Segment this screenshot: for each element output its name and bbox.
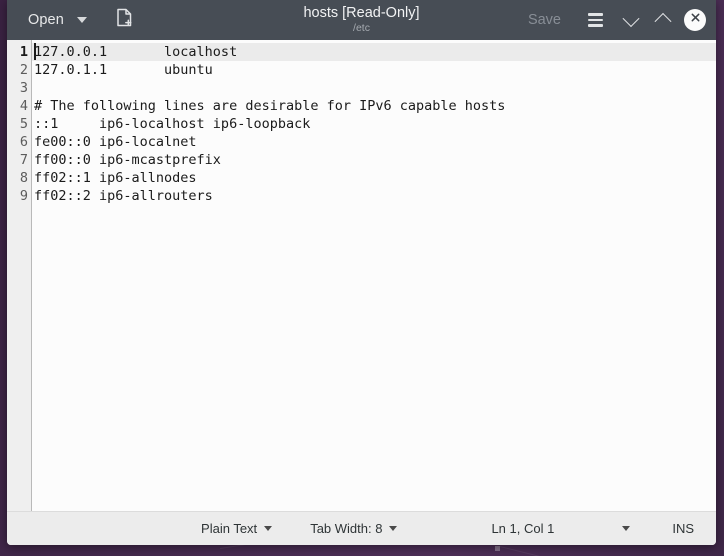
header-bar: Open hosts [Read-Only] /etc Save xyxy=(7,0,716,40)
code-line: ff02::1 ip6-allnodes xyxy=(34,170,197,186)
code-line: ::1 ip6-localhost ip6-loopback xyxy=(34,116,311,132)
maximize-button[interactable] xyxy=(650,7,676,33)
line-number-gutter: 1 2 3 4 5 6 7 8 9 xyxy=(7,40,32,511)
line-number: 5 xyxy=(19,116,28,132)
wallpaper-line-right xyxy=(499,546,724,556)
language-selector[interactable]: Plain Text xyxy=(191,518,282,539)
cursor-position-selector[interactable] xyxy=(612,523,640,534)
code-text-content[interactable]: 127.0.0.1 localhost 127.0.1.1 ubuntu # T… xyxy=(32,40,716,511)
chevron-down-icon xyxy=(76,17,87,23)
chevron-up-icon xyxy=(654,12,672,30)
header-left-controls: Open xyxy=(7,4,140,36)
cursor-position-label: Ln 1, Col 1 xyxy=(491,521,555,536)
close-icon xyxy=(689,11,702,29)
gedit-window: Open hosts [Read-Only] /etc Save 1 2 3 4… xyxy=(7,0,716,545)
chevron-down-icon xyxy=(389,526,398,531)
line-number: 8 xyxy=(19,170,28,186)
line-number: 2 xyxy=(19,62,28,78)
hamburger-menu-icon-bar-2 xyxy=(588,18,603,22)
save-button[interactable]: Save xyxy=(518,7,571,33)
hamburger-menu-button[interactable] xyxy=(579,7,612,32)
line-number: 9 xyxy=(19,188,28,204)
language-label: Plain Text xyxy=(201,521,258,536)
code-line: # The following lines are desirable for … xyxy=(34,98,506,114)
wallpaper-node-dot xyxy=(495,546,500,551)
line-number: 6 xyxy=(19,134,28,150)
new-document-button[interactable] xyxy=(109,4,140,36)
tab-width-label: Tab Width: 8 xyxy=(310,521,383,536)
insert-mode-indicator: INS xyxy=(672,521,694,536)
open-button[interactable]: Open xyxy=(19,7,96,33)
tab-width-selector[interactable]: Tab Width: 8 xyxy=(300,518,407,539)
status-bar: Plain Text Tab Width: 8 Ln 1, Col 1 INS xyxy=(7,511,716,545)
chevron-down-icon xyxy=(264,526,273,531)
window-title: hosts [Read-Only] xyxy=(303,5,420,21)
new-document-icon xyxy=(116,8,133,32)
hamburger-menu-icon-bar-3 xyxy=(588,24,603,27)
line-number: 7 xyxy=(19,152,28,168)
header-right-controls: Save xyxy=(518,7,710,33)
minimize-button[interactable] xyxy=(618,7,644,33)
close-button[interactable] xyxy=(684,9,706,31)
code-line: 127.0.0.1 localhost xyxy=(32,43,716,61)
text-editor-area[interactable]: 1 2 3 4 5 6 7 8 9 127.0.0.1 localhost 12… xyxy=(7,40,716,511)
code-line: ff02::2 ip6-allrouters xyxy=(34,188,213,204)
chevron-down-icon xyxy=(622,526,631,531)
code-line: fe00::0 ip6-localnet xyxy=(34,134,197,150)
line-number: 1 xyxy=(19,44,28,60)
code-line: 127.0.1.1 ubuntu xyxy=(34,62,213,78)
line-number: 3 xyxy=(19,80,28,96)
hamburger-menu-icon-bar-1 xyxy=(588,13,603,16)
code-line: ff00::0 ip6-mcastprefix xyxy=(34,152,221,168)
chevron-down-icon xyxy=(622,10,640,28)
text-cursor xyxy=(34,43,36,60)
open-button-label: Open xyxy=(28,12,64,28)
line-number: 4 xyxy=(19,98,28,114)
window-subtitle-path: /etc xyxy=(353,22,370,34)
